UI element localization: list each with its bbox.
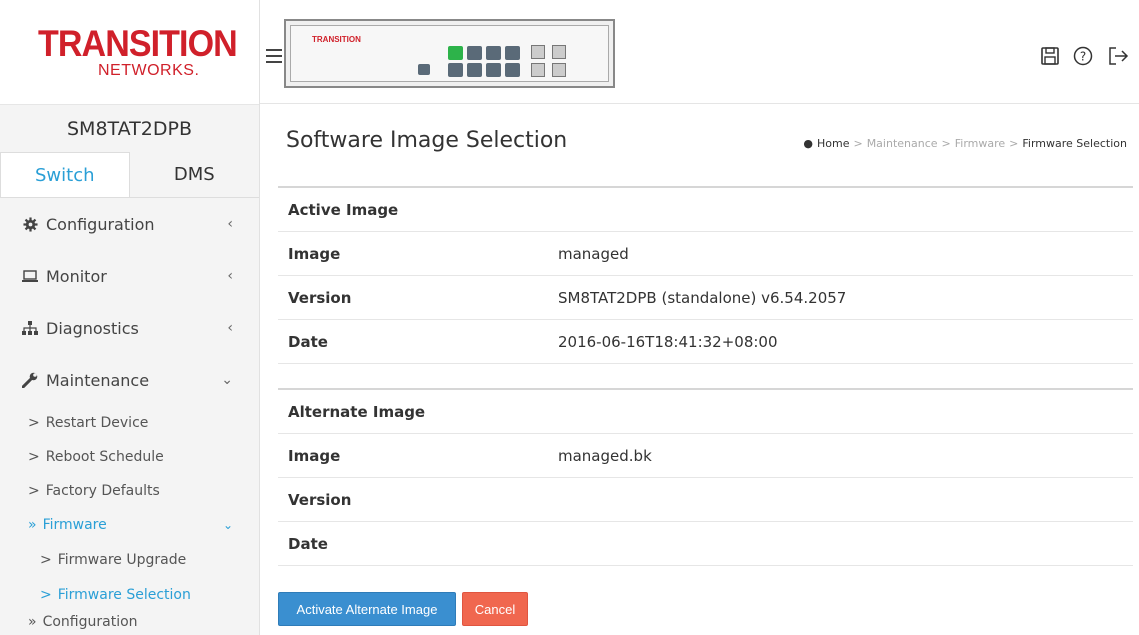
sidebar-item-diagnostics[interactable]: Diagnostics ‹ xyxy=(0,302,259,354)
sidebar-item-firmware[interactable]: » Firmware ⌄ xyxy=(0,508,259,542)
sfp-port-11[interactable] xyxy=(552,45,566,59)
sidebar-item-label: Restart Device xyxy=(45,415,149,431)
table-row: Image managed.bk xyxy=(278,434,1133,478)
wrench-icon xyxy=(22,372,38,388)
double-chevron-right-icon: » xyxy=(28,614,37,630)
sidebar-item-configuration[interactable]: Configuration ‹ xyxy=(0,198,259,250)
sitemap-icon xyxy=(22,320,38,336)
svg-text:?: ? xyxy=(1080,50,1086,64)
chevron-right-icon: > xyxy=(28,483,40,499)
double-chevron-right-icon: » xyxy=(28,517,37,533)
port-3[interactable] xyxy=(467,46,482,60)
main-content: Software Image Selection ● Home > Mainte… xyxy=(260,104,1139,635)
table-row: Version SM8TAT2DPB (standalone) v6.54.20… xyxy=(278,276,1133,320)
sidebar-item-label: Firmware Upgrade xyxy=(57,551,187,568)
table-row: Date xyxy=(278,522,1133,566)
panel-logo: TRANSITION xyxy=(312,35,361,44)
breadcrumb: ● Home > Maintenance > Firmware > Firmwa… xyxy=(803,137,1127,150)
sidebar-item-label: Diagnostics xyxy=(46,318,139,338)
sidebar-item-restart-device[interactable]: > Restart Device xyxy=(0,406,259,440)
logo-subtext: NETWORKS. xyxy=(98,61,200,79)
sidebar-tabs: Switch DMS xyxy=(0,152,259,198)
chevron-down-icon: ⌄ xyxy=(221,372,233,388)
breadcrumb-current: Firmware Selection xyxy=(1022,137,1127,150)
port-mgmt[interactable] xyxy=(418,64,430,75)
logo-text: TRANSITION xyxy=(38,22,238,64)
sidebar-item-label: Configuration xyxy=(42,614,138,630)
chevron-left-icon: ‹ xyxy=(227,216,233,232)
top-bar: TRANSITION ? xyxy=(260,0,1139,104)
sidebar-item-firmware-upgrade[interactable]: > Firmware Upgrade xyxy=(0,542,259,577)
sidebar-item-monitor[interactable]: Monitor ‹ xyxy=(0,250,259,302)
chevron-right-icon: > xyxy=(28,449,40,465)
sidebar-item-factory-defaults[interactable]: > Factory Defaults xyxy=(0,474,259,508)
breadcrumb-firmware[interactable]: Firmware xyxy=(955,137,1005,150)
chevron-right-icon: > xyxy=(28,415,40,431)
chevron-right-icon: > xyxy=(40,586,52,603)
sidebar-item-label: Monitor xyxy=(46,266,107,286)
tab-switch[interactable]: Switch xyxy=(0,152,130,197)
page-title: Software Image Selection xyxy=(286,128,568,153)
port-2[interactable] xyxy=(448,63,463,77)
logout-icon[interactable] xyxy=(1107,46,1129,68)
tab-dms[interactable]: DMS xyxy=(130,152,260,197)
laptop-icon xyxy=(22,268,38,284)
cancel-button[interactable]: Cancel xyxy=(462,592,528,626)
gear-icon xyxy=(22,216,38,232)
device-name: SM8TAT2DPB xyxy=(0,104,259,152)
section-heading: Alternate Image xyxy=(288,402,426,421)
switch-front-panel: TRANSITION xyxy=(284,19,615,88)
breadcrumb-home[interactable]: Home xyxy=(817,137,849,150)
sidebar-item-reboot-schedule[interactable]: > Reboot Schedule xyxy=(0,440,259,474)
sidebar-item-label: Configuration xyxy=(46,214,155,234)
alternate-image-table: Alternate Image Image managed.bk Version… xyxy=(278,388,1133,566)
chevron-left-icon: ‹ xyxy=(227,320,233,336)
breadcrumb-maintenance[interactable]: Maintenance xyxy=(867,137,938,150)
chevron-left-icon: ‹ xyxy=(227,268,233,284)
active-image-table: Active Image Image managed Version SM8TA… xyxy=(278,186,1133,364)
sidebar-item-configuration-sub[interactable]: » Configuration xyxy=(0,612,259,632)
activate-alternate-image-button[interactable]: Activate Alternate Image xyxy=(278,592,456,626)
sidebar-item-firmware-selection[interactable]: > Firmware Selection xyxy=(0,577,259,612)
save-icon[interactable] xyxy=(1040,46,1062,68)
table-row: Date 2016-06-16T18:41:32+08:00 xyxy=(278,320,1133,364)
table-row: Image managed xyxy=(278,232,1133,276)
table-header: Active Image xyxy=(278,188,1133,232)
sfp-port-9[interactable] xyxy=(531,45,545,59)
sidebar-item-label: Firmware xyxy=(42,517,107,533)
port-5[interactable] xyxy=(486,46,501,60)
sfp-port-12[interactable] xyxy=(552,63,566,77)
logo: TRANSITION NETWORKS. xyxy=(0,0,259,104)
help-icon[interactable]: ? xyxy=(1073,46,1095,68)
port-1[interactable] xyxy=(448,46,463,60)
port-6[interactable] xyxy=(486,63,501,77)
sidebar-item-label: Reboot Schedule xyxy=(45,449,164,465)
menu-toggle-icon[interactable] xyxy=(266,49,282,67)
section-heading: Active Image xyxy=(288,200,399,219)
sidebar: TRANSITION NETWORKS. SM8TAT2DPB Switch D… xyxy=(0,0,260,635)
sidebar-item-label: Firmware Selection xyxy=(57,586,191,603)
port-8[interactable] xyxy=(505,63,520,77)
sidebar-item-label: Factory Defaults xyxy=(45,483,160,499)
port-4[interactable] xyxy=(467,63,482,77)
sidebar-item-label: Maintenance xyxy=(46,370,150,390)
sfp-port-10[interactable] xyxy=(531,63,545,77)
table-row: Version xyxy=(278,478,1133,522)
home-icon: ● xyxy=(803,137,813,150)
chevron-right-icon: > xyxy=(40,551,52,568)
port-7[interactable] xyxy=(505,46,520,60)
sidebar-item-maintenance[interactable]: Maintenance ⌄ xyxy=(0,354,259,406)
table-header: Alternate Image xyxy=(278,390,1133,434)
chevron-down-icon: ⌄ xyxy=(222,518,233,532)
